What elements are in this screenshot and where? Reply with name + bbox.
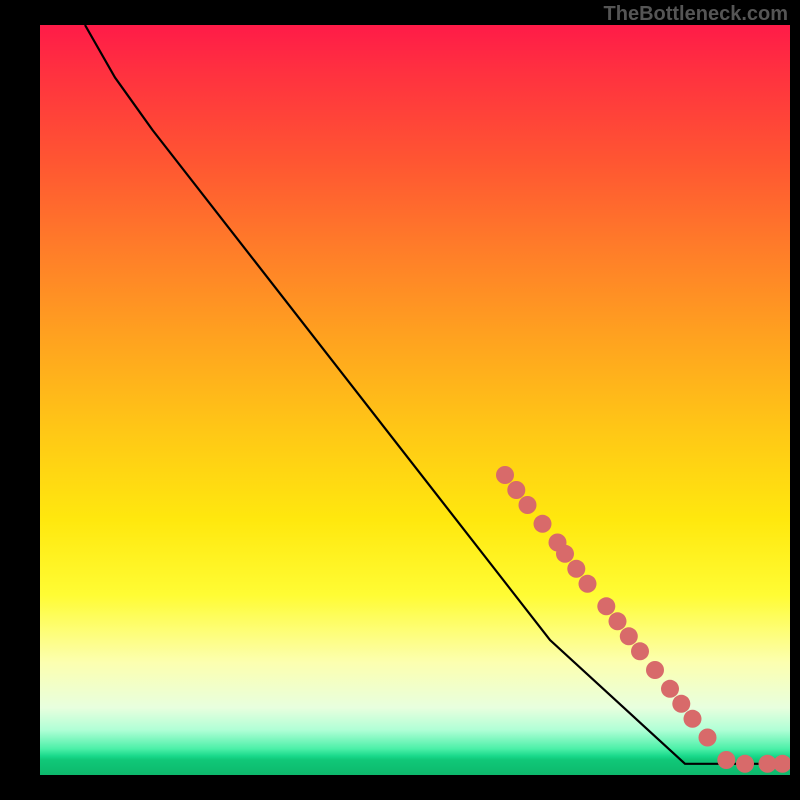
- chart-marker: [774, 755, 791, 773]
- chart-marker: [672, 695, 690, 713]
- chart-markers: [496, 466, 790, 773]
- chart-marker: [534, 515, 552, 533]
- chart-plot-area: [40, 25, 790, 775]
- chart-marker: [661, 680, 679, 698]
- chart-marker: [717, 751, 735, 769]
- chart-marker: [519, 496, 537, 514]
- chart-marker: [507, 481, 525, 499]
- chart-marker: [631, 642, 649, 660]
- watermark-text: TheBottleneck.com: [604, 3, 788, 26]
- chart-marker: [646, 661, 664, 679]
- chart-curve: [85, 25, 790, 764]
- chart-marker: [556, 545, 574, 563]
- chart-svg: [40, 25, 790, 775]
- chart-marker: [597, 597, 615, 615]
- chart-marker: [579, 575, 597, 593]
- chart-marker: [609, 612, 627, 630]
- chart-marker: [496, 466, 514, 484]
- chart-marker: [699, 729, 717, 747]
- chart-marker: [620, 627, 638, 645]
- chart-marker: [684, 710, 702, 728]
- chart-marker: [736, 755, 754, 773]
- chart-marker: [567, 560, 585, 578]
